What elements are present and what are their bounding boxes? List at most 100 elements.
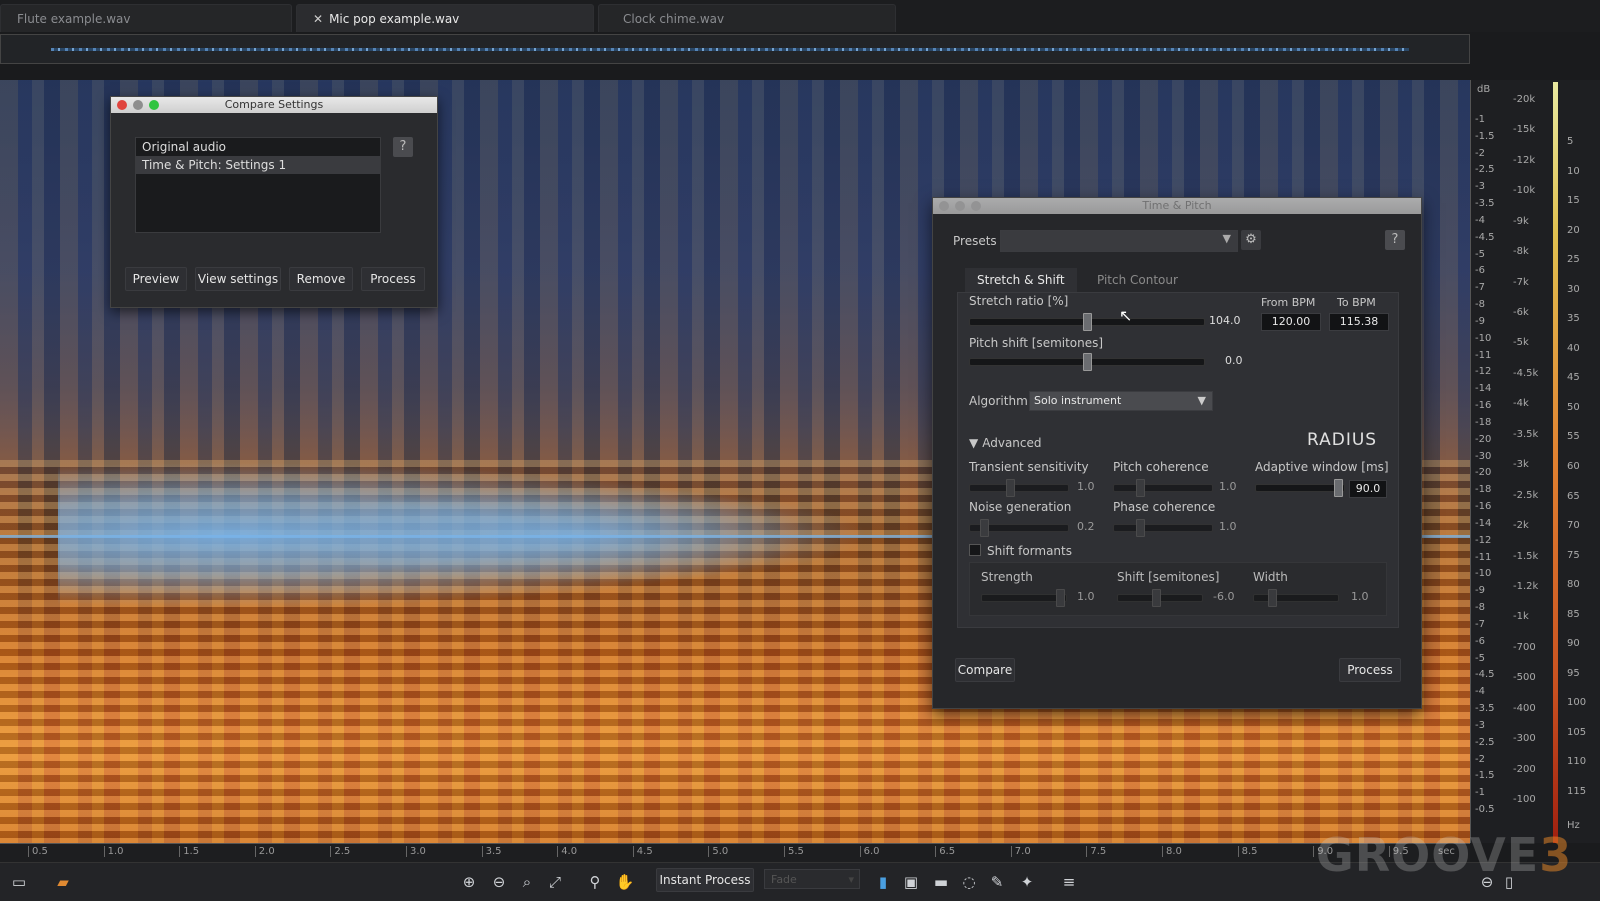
minimize-window-icon[interactable] xyxy=(955,201,965,211)
zoom-in-icon[interactable]: ⊕ xyxy=(458,871,480,893)
slider-thumb[interactable] xyxy=(980,519,989,537)
advanced-toggle[interactable]: ▼ Advanced xyxy=(969,436,1042,450)
magnify-icon[interactable]: ⚲ xyxy=(584,871,606,893)
slider-thumb[interactable] xyxy=(1268,589,1277,607)
hand-icon[interactable]: ✋ xyxy=(614,871,636,893)
meter-tick-label: 55 xyxy=(1567,431,1580,443)
time-ruler[interactable]: sec 0.5 1.0 1.5 2.0 2.5 3.0 3.5 4.0 4.5 5.0 5.5 6.0… xyxy=(0,843,1470,862)
slider-thumb[interactable] xyxy=(1006,479,1015,497)
help-button[interactable]: ? xyxy=(393,137,413,157)
remove-button[interactable]: Remove xyxy=(289,267,353,291)
transient-sensitivity-slider[interactable] xyxy=(969,479,1069,497)
from-bpm-field[interactable]: 120.00 xyxy=(1261,313,1321,331)
adaptive-window-slider[interactable] xyxy=(1255,479,1345,497)
time-frequency-selection-icon[interactable]: ▬ xyxy=(930,871,952,893)
preview-button[interactable]: Preview xyxy=(125,267,187,291)
phase-coherence-value[interactable]: 1.0 xyxy=(1219,520,1237,533)
settings-list[interactable]: Original audio Time & Pitch: Settings 1 xyxy=(135,137,381,233)
compare-settings-titlebar[interactable]: Compare Settings xyxy=(111,97,437,113)
presets-dropdown[interactable]: ▼ xyxy=(1000,230,1238,252)
pitch-shift-value[interactable]: 0.0 xyxy=(1225,354,1243,367)
slider-thumb[interactable] xyxy=(1136,479,1145,497)
tab-mic-pop-example[interactable]: ✕ Mic pop example.wav xyxy=(296,4,594,32)
pitch-coherence-slider[interactable] xyxy=(1113,479,1213,497)
view-settings-button[interactable]: View settings xyxy=(195,267,281,291)
frequency-tick-label: -1.5k xyxy=(1513,550,1539,562)
time-tick-label: 2.5 xyxy=(330,846,350,857)
zoom-window-icon[interactable] xyxy=(149,100,159,110)
slider-thumb[interactable] xyxy=(1083,313,1092,331)
checkbox[interactable] xyxy=(969,544,981,556)
strength-value[interactable]: 1.0 xyxy=(1077,590,1095,603)
noise-generation-value[interactable]: 0.2 xyxy=(1077,520,1095,533)
tab-clock-chime[interactable]: Clock chime.wav xyxy=(598,4,896,32)
db-tick-label: -4 xyxy=(1475,214,1485,226)
time-tick-label: 4.5 xyxy=(632,846,653,857)
time-pitch-titlebar[interactable]: Time & Pitch xyxy=(933,198,1421,214)
pitch-shift-slider[interactable] xyxy=(969,353,1205,371)
magic-wand-icon[interactable]: ✦ xyxy=(1016,871,1038,893)
phase-coherence-slider[interactable] xyxy=(1113,519,1213,537)
time-tick-label: 8.0 xyxy=(1162,846,1182,857)
width-value[interactable]: 1.0 xyxy=(1351,590,1369,603)
minimize-window-icon[interactable] xyxy=(133,100,143,110)
lasso-icon[interactable]: ◌ xyxy=(958,871,980,893)
pitch-shift-label: Pitch shift [semitones] xyxy=(969,336,1104,350)
pitch-coherence-value[interactable]: 1.0 xyxy=(1219,480,1237,493)
time-selection-icon[interactable]: ▮ xyxy=(872,871,894,893)
harmonic-select-icon[interactable]: ≡ xyxy=(1058,871,1080,893)
process-button[interactable]: Process xyxy=(1339,658,1401,682)
db-tick-label: -6 xyxy=(1475,265,1485,277)
formant-shift-slider[interactable] xyxy=(1117,589,1203,607)
shift-formants-toggle[interactable]: Shift formants xyxy=(969,544,1072,558)
slider-thumb[interactable] xyxy=(1136,519,1145,537)
brush-icon[interactable]: ✎ xyxy=(986,871,1008,893)
stretch-ratio-value[interactable]: 104.0 xyxy=(1209,314,1241,327)
slider-thumb[interactable] xyxy=(1056,589,1065,607)
time-tick-label: 2.0 xyxy=(254,846,275,857)
strength-slider[interactable] xyxy=(981,589,1067,607)
close-window-icon[interactable] xyxy=(117,100,127,110)
zoom-selection-icon[interactable]: ⌕ xyxy=(516,871,538,893)
tab-pitch-contour[interactable]: Pitch Contour xyxy=(1085,268,1190,292)
compare-button[interactable]: Compare xyxy=(955,658,1015,682)
preset-settings-gear-icon[interactable]: ⚙ xyxy=(1241,230,1261,250)
list-item-time-pitch-settings[interactable]: Time & Pitch: Settings 1 xyxy=(136,156,380,174)
zoom-window-icon[interactable] xyxy=(971,201,981,211)
frequency-selection-icon[interactable]: ▣ xyxy=(900,871,922,893)
to-bpm-field[interactable]: 115.38 xyxy=(1329,313,1389,331)
meter-tick-label: 45 xyxy=(1567,372,1580,384)
time-tick-label: 1.0 xyxy=(103,846,124,857)
instant-process-button[interactable]: Instant Process xyxy=(656,868,754,892)
waveform-body xyxy=(58,450,918,620)
process-button[interactable]: Process xyxy=(361,267,425,291)
tab-stretch-shift[interactable]: Stretch & Shift xyxy=(965,268,1077,292)
formant-shift-value[interactable]: -6.0 xyxy=(1213,590,1234,603)
algorithm-dropdown[interactable]: Solo instrument ▼ xyxy=(1029,391,1213,411)
close-tab-icon[interactable]: ✕ xyxy=(313,12,323,26)
frequency-tick-label: -8k xyxy=(1513,246,1529,258)
stretch-ratio-slider[interactable] xyxy=(969,313,1205,331)
spectrogram-mode-icon[interactable]: ▰ xyxy=(52,871,74,893)
waveform-overview[interactable] xyxy=(0,34,1470,64)
help-button[interactable]: ? xyxy=(1385,230,1405,250)
zoom-slider-icon[interactable]: ▭ xyxy=(8,871,30,893)
width-slider[interactable] xyxy=(1253,589,1339,607)
close-window-icon[interactable] xyxy=(939,201,949,211)
tab-flute-example[interactable]: Flute example.wav xyxy=(0,4,292,32)
slider-thumb[interactable] xyxy=(1334,479,1343,497)
adaptive-window-value[interactable]: 90.0 xyxy=(1349,480,1387,498)
transient-sensitivity-value[interactable]: 1.0 xyxy=(1077,480,1095,493)
frequency-tick-label: -3k xyxy=(1513,459,1529,471)
zoom-fit-icon[interactable]: ⤢ xyxy=(544,871,566,893)
instant-process-mode-select[interactable]: Fade ▾ xyxy=(764,869,860,889)
time-tick-label: 8.5 xyxy=(1237,846,1258,857)
db-tick-label: -7 xyxy=(1475,618,1485,630)
frequency-tick-label: -12k xyxy=(1513,154,1536,166)
list-item-original-audio[interactable]: Original audio xyxy=(136,138,380,156)
slider-thumb[interactable] xyxy=(1083,353,1092,371)
noise-generation-slider[interactable] xyxy=(969,519,1069,537)
zoom-out-icon[interactable]: ⊖ xyxy=(488,871,510,893)
radius-logo: RADIUS xyxy=(1307,430,1378,450)
slider-thumb[interactable] xyxy=(1152,589,1161,607)
